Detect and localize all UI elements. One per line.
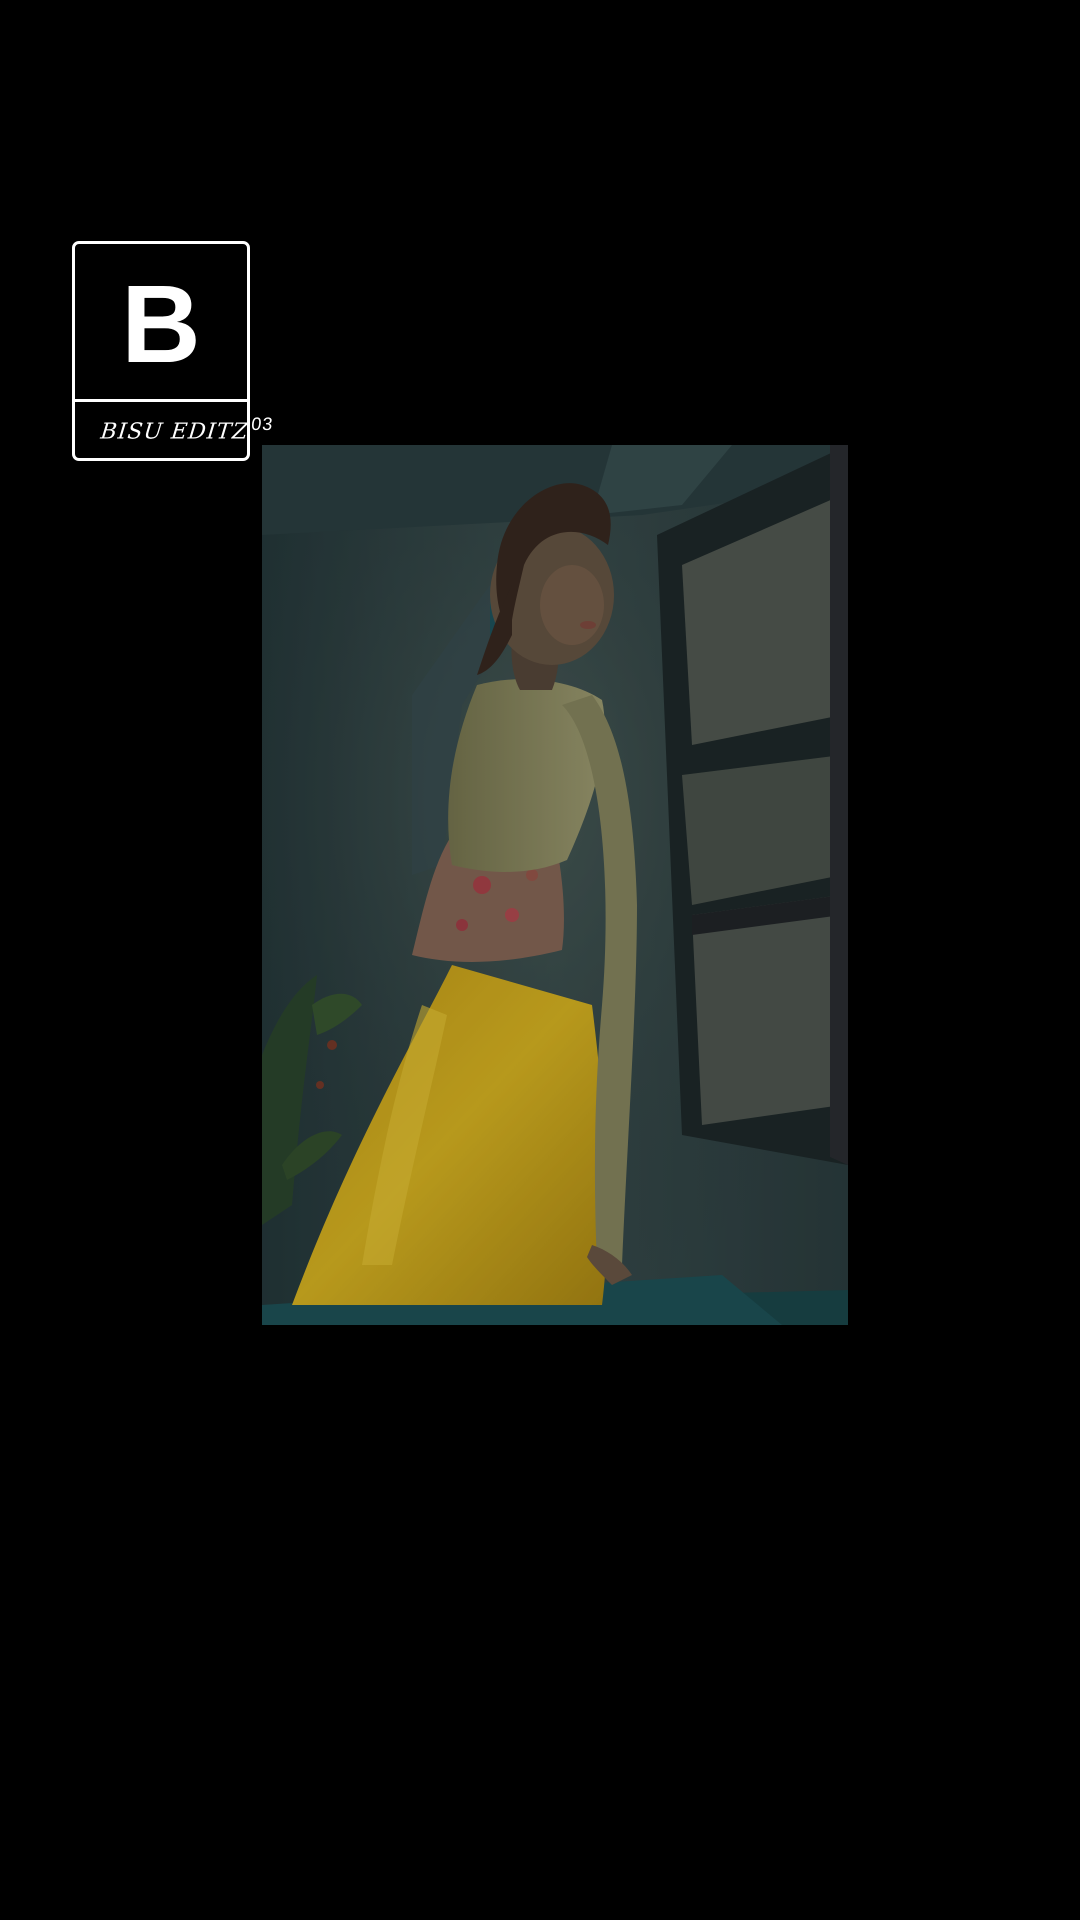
logo-divider bbox=[75, 399, 247, 402]
logo-caption: BISU EDITZ03 bbox=[99, 414, 274, 444]
logo-caption-text: BISU EDITZ bbox=[99, 419, 250, 445]
photo-illustration bbox=[262, 445, 848, 1325]
photo-person-yellow-dress bbox=[262, 445, 848, 1325]
watermark-logo: B BISU EDITZ03 bbox=[72, 241, 274, 461]
logo-superscript: 03 bbox=[250, 414, 275, 434]
logo-letter: B bbox=[121, 263, 201, 386]
